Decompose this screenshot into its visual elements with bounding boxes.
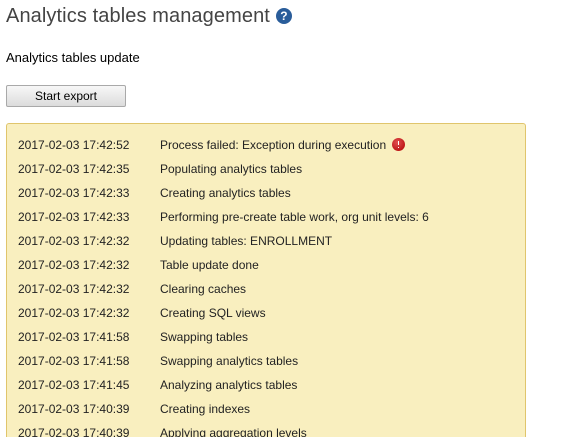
log-row: 2017-02-03 17:40:39 Applying aggregation… <box>18 421 429 437</box>
log-message: Populating analytics tables <box>160 162 303 176</box>
log-time: 2017-02-03 17:42:35 <box>18 162 130 176</box>
help-icon[interactable]: ? <box>275 8 292 24</box>
log-row: 2017-02-03 17:41:58 Swapping tables <box>18 325 429 349</box>
error-icon <box>392 138 406 151</box>
start-export-button[interactable]: Start export <box>6 85 126 107</box>
log-time: 2017-02-03 17:42:52 <box>18 138 130 152</box>
log-message-cell: Process failed: Exception during executi… <box>160 133 429 157</box>
log-message: Process failed: Exception during executi… <box>160 138 387 152</box>
log-row: 2017-02-03 17:42:52 Process failed: Exce… <box>18 133 429 157</box>
log-row: 2017-02-03 17:42:32 Updating tables: ENR… <box>18 229 429 253</box>
log-time: 2017-02-03 17:41:58 <box>18 330 130 344</box>
page: Analytics tables management ? Analytics … <box>0 0 570 437</box>
log-message: Creating indexes <box>160 402 251 416</box>
log-time: 2017-02-03 17:42:33 <box>18 210 130 224</box>
log-message: Performing pre-create table work, org un… <box>160 210 429 224</box>
log-time: 2017-02-03 17:41:45 <box>18 378 130 392</box>
log-time: 2017-02-03 17:42:33 <box>18 186 130 200</box>
log-message: Swapping tables <box>160 330 249 344</box>
log-message: Analyzing analytics tables <box>160 378 298 392</box>
page-title: Analytics tables management <box>6 5 270 27</box>
log-message: Swapping analytics tables <box>160 354 299 368</box>
log-time: 2017-02-03 17:42:32 <box>18 234 130 248</box>
section-label: Analytics tables update <box>6 50 140 65</box>
log-message: Creating SQL views <box>160 306 266 320</box>
log-time: 2017-02-03 17:42:32 <box>18 282 130 296</box>
log-time: 2017-02-03 17:42:32 <box>18 306 130 320</box>
log-row: 2017-02-03 17:42:32 Creating SQL views <box>18 301 429 325</box>
log-time: 2017-02-03 17:41:58 <box>18 354 130 368</box>
log-table: 2017-02-03 17:42:52 Process failed: Exce… <box>18 133 429 437</box>
log-row: 2017-02-03 17:42:32 Table update done <box>18 253 429 277</box>
log-message: Creating analytics tables <box>160 186 291 200</box>
log-message: Applying aggregation levels <box>160 426 307 437</box>
log-row: 2017-02-03 17:42:33 Performing pre-creat… <box>18 205 429 229</box>
log-panel: 2017-02-03 17:42:52 Process failed: Exce… <box>6 123 526 437</box>
log-message: Table update done <box>160 258 259 272</box>
log-row: 2017-02-03 17:42:32 Clearing caches <box>18 277 429 301</box>
log-time: 2017-02-03 17:40:39 <box>18 402 130 416</box>
log-time: 2017-02-03 17:42:32 <box>18 258 130 272</box>
log-row: 2017-02-03 17:40:39 Creating indexes <box>18 397 429 421</box>
log-row: 2017-02-03 17:42:35 Populating analytics… <box>18 157 429 181</box>
log-row: 2017-02-03 17:42:33 Creating analytics t… <box>18 181 429 205</box>
log-message: Clearing caches <box>160 282 247 296</box>
title-row: Analytics tables management ? <box>6 4 292 28</box>
log-row: 2017-02-03 17:41:45 Analyzing analytics … <box>18 373 429 397</box>
log-message: Updating tables: ENROLLMENT <box>160 234 333 248</box>
log-time: 2017-02-03 17:40:39 <box>18 426 130 437</box>
log-row: 2017-02-03 17:41:58 Swapping analytics t… <box>18 349 429 373</box>
